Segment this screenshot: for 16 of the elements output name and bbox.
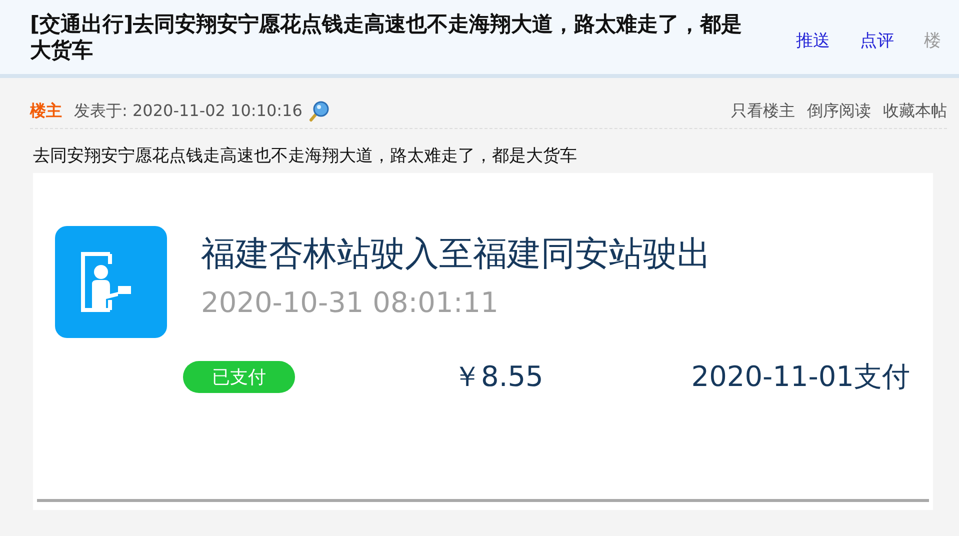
post-date: 发表于: 2020-11-02 10:10:16 [74, 100, 302, 122]
thread-title: [交通出行]去同安翔安宁愿花点钱走高速也不走海翔大道，路太难走了，都是大货车 [30, 11, 744, 63]
post-tool-link[interactable]: 只看楼主 [731, 100, 795, 122]
payment-date: 2020-11-01支付 [691, 359, 910, 395]
entry-time: 2020-10-31 08:01:11 [201, 286, 500, 319]
payment-status-badge: 已支付 [183, 361, 295, 393]
route-text: 福建杏林站驶入至福建同安站驶出 [201, 233, 711, 276]
toll-booth-icon [55, 226, 167, 338]
magnifier-icon[interactable] [308, 100, 330, 122]
amount-text: ￥8.55 [453, 359, 544, 395]
post-tool-link[interactable]: 收藏本帖 [883, 100, 947, 122]
action-link[interactable]: 推送 [796, 28, 830, 52]
action-link[interactable]: 点评 [860, 28, 894, 52]
author-label: 楼主 [30, 100, 62, 122]
post-tool-link[interactable]: 倒序阅读 [807, 100, 871, 122]
post-body: 去同安翔安宁愿花点钱走高速也不走海翔大道，路太难走了，都是大货车 [33, 145, 578, 167]
